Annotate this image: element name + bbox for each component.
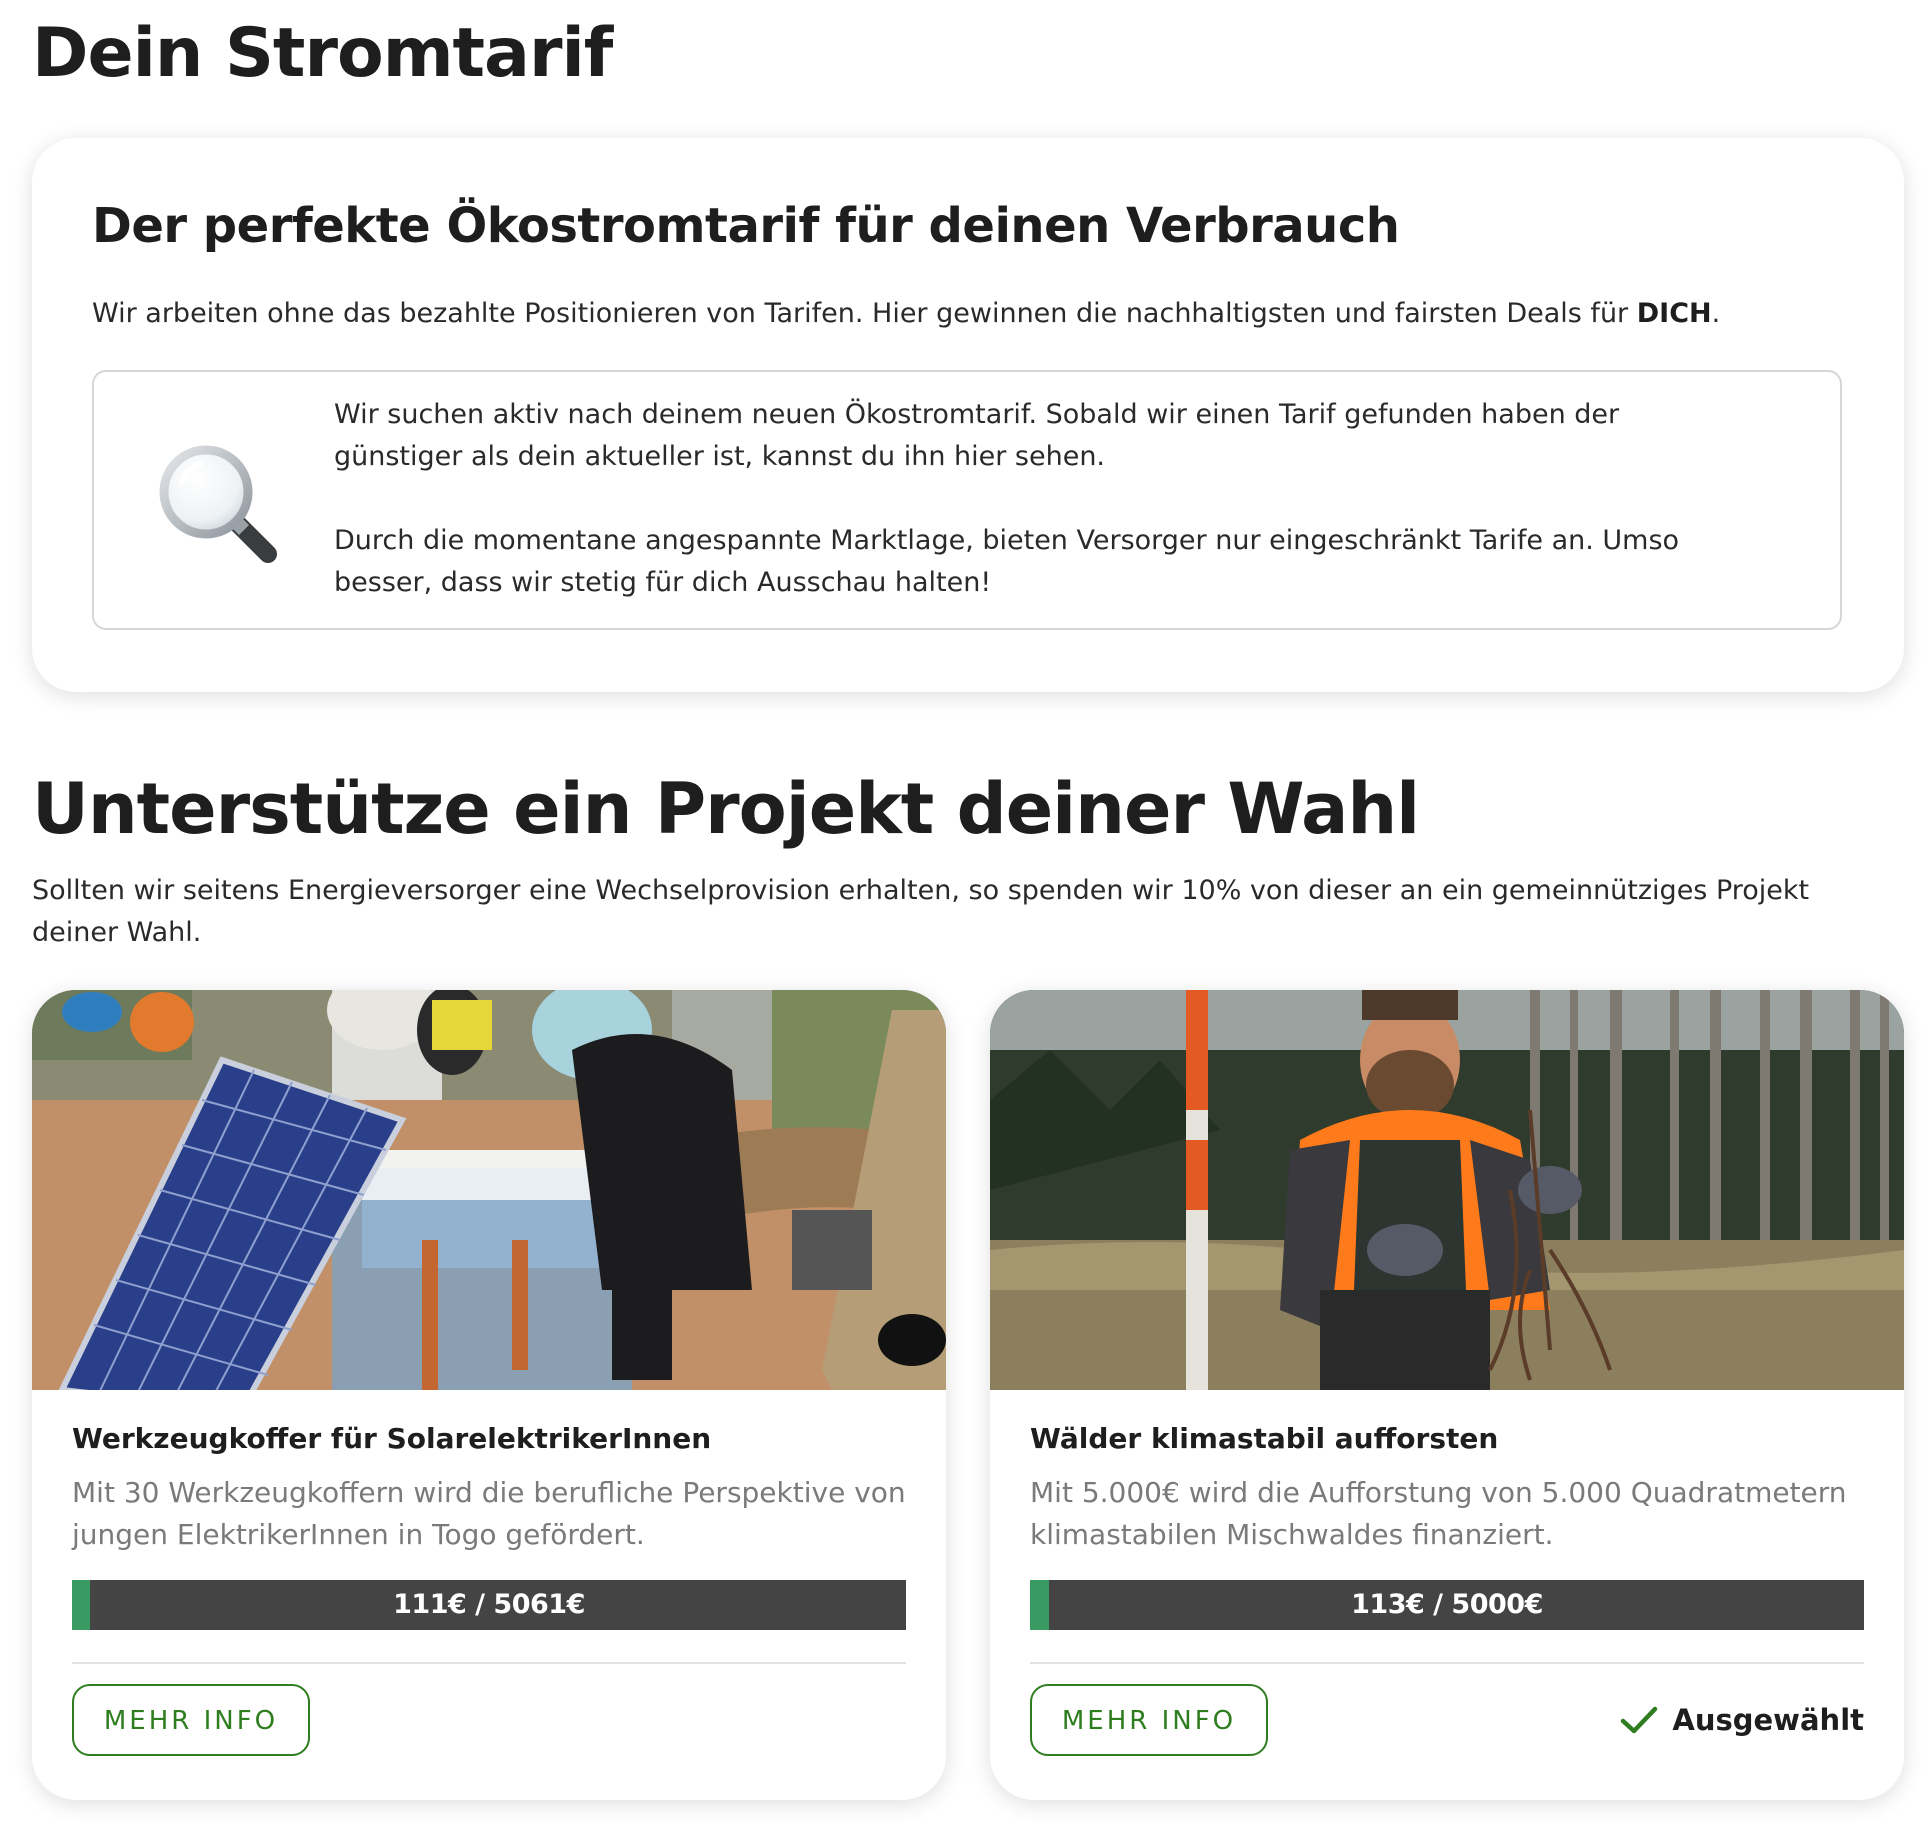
donation-progress-bar: 113€ / 5000€ bbox=[1030, 1580, 1864, 1630]
project-photo-forest bbox=[990, 990, 1904, 1390]
project-card-forest[interactable]: Wälder klimastabil aufforsten Mit 5.000€… bbox=[990, 990, 1904, 1800]
project-photo-solar bbox=[32, 990, 946, 1390]
tariff-search-info-text: Wir suchen aktiv nach deinem neuen Ökost… bbox=[334, 394, 1754, 604]
tariff-search-info-box: Wir suchen aktiv nach deinem neuen Ökost… bbox=[92, 370, 1842, 630]
tariff-subtitle-text: Wir arbeiten ohne das bezahlte Positioni… bbox=[92, 298, 1637, 329]
checkmark-icon bbox=[1621, 1706, 1658, 1734]
tariff-title: Der perfekte Ökostromtarif für deinen Ve… bbox=[92, 198, 1400, 254]
tariff-card: Der perfekte Ökostromtarif für deinen Ve… bbox=[32, 138, 1904, 692]
tariff-subtitle: Wir arbeiten ohne das bezahlte Positioni… bbox=[92, 298, 1720, 329]
info-paragraph-market: Durch die momentane angespannte Marktlag… bbox=[334, 525, 1680, 598]
project-description: Mit 5.000€ wird die Aufforstung von 5.00… bbox=[1030, 1476, 1847, 1551]
page-title: Dein Stromtarif bbox=[32, 14, 613, 93]
selected-indicator: Ausgewählt bbox=[1620, 1698, 1864, 1742]
card-divider bbox=[72, 1662, 906, 1664]
tariff-subtitle-emphasis: DICH bbox=[1636, 298, 1712, 329]
card-divider bbox=[1030, 1662, 1864, 1664]
project-title: Wälder klimastabil aufforsten bbox=[1030, 1422, 1499, 1455]
info-paragraph-search: Wir suchen aktiv nach deinem neuen Ökost… bbox=[334, 399, 1620, 472]
tariff-subtitle-end: . bbox=[1711, 298, 1721, 329]
project-description: Mit 30 Werkzeugkoffern wird die beruflic… bbox=[72, 1476, 906, 1551]
selected-label: Ausgewählt bbox=[1672, 1703, 1864, 1737]
more-info-button[interactable]: MEHR INFO bbox=[1030, 1684, 1268, 1756]
donation-progress-label: 113€ / 5000€ bbox=[1351, 1589, 1543, 1620]
projects-intro: Sollten wir seitens Energieversorger ein… bbox=[32, 875, 1810, 948]
more-info-button[interactable]: MEHR INFO bbox=[72, 1684, 310, 1756]
project-card-solar[interactable]: Werkzeugkoffer für SolarelektrikerInnen … bbox=[32, 990, 946, 1800]
donation-progress-label: 111€ / 5061€ bbox=[393, 1589, 585, 1620]
project-title: Werkzeugkoffer für SolarelektrikerInnen bbox=[72, 1422, 712, 1455]
magnifying-glass-icon bbox=[159, 445, 277, 563]
donation-progress-bar: 111€ / 5061€ bbox=[72, 1580, 906, 1630]
page: Dein Stromtarif Der perfekte Ökostromtar… bbox=[0, 0, 1922, 1824]
projects-title: Unterstütze ein Projekt deiner Wahl bbox=[32, 768, 1420, 850]
